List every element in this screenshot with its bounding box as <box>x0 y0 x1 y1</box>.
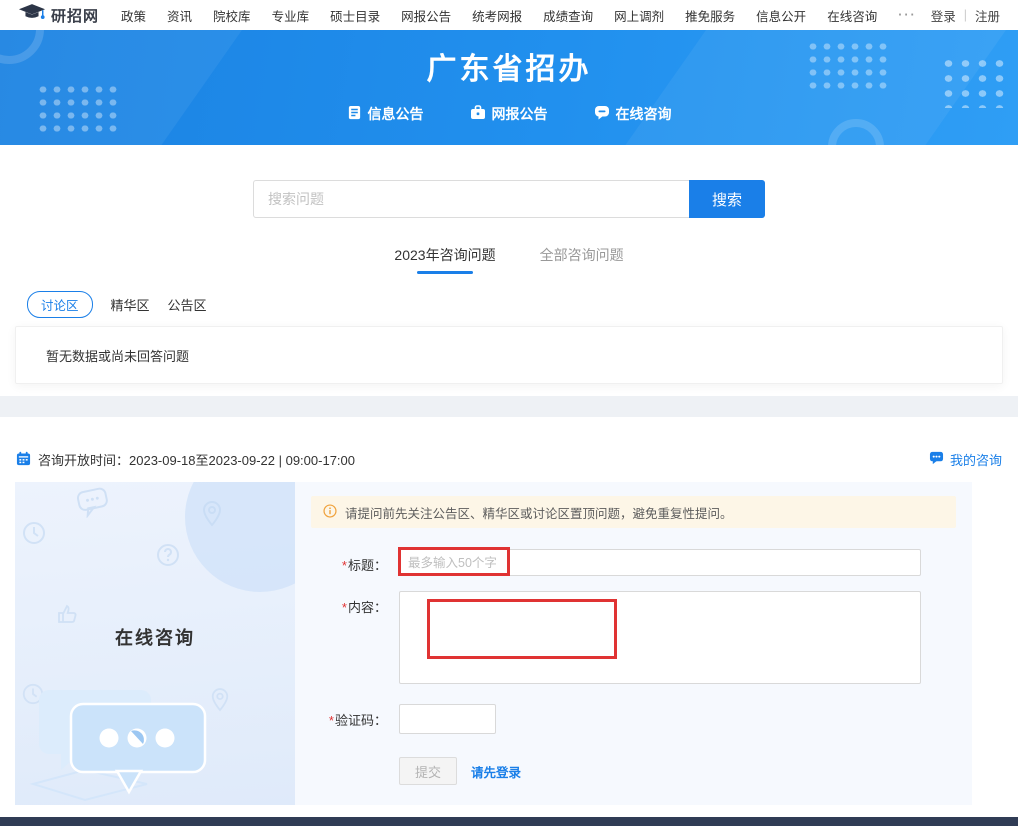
title-field-row: *标题： <box>311 549 956 576</box>
page-title: 广东省招办 <box>0 44 1018 88</box>
required-mark: * <box>329 713 334 728</box>
register-link[interactable]: 注册 <box>975 6 1000 25</box>
nav-item-major-library[interactable]: 专业库 <box>272 6 310 25</box>
logo-text: 研招网 <box>51 5 99 26</box>
empty-message: 暂无数据或尚未回答问题 <box>46 346 189 365</box>
submit-row: 提交 请先登录 <box>311 757 956 785</box>
hero-banner: 广东省招办 信息公告 网报公告 <box>0 30 1018 145</box>
nav-menu: 政策 资讯 院校库 专业库 硕士目录 网报公告 统考网报 成绩查询 网上调剂 推… <box>121 6 931 25</box>
search-button[interactable]: 搜索 <box>689 180 765 218</box>
quarter-circle-decoration <box>185 482 295 592</box>
content-field-row: *内容： <box>311 591 956 689</box>
required-mark: * <box>342 558 347 573</box>
nav-item-score-query[interactable]: 成绩查询 <box>543 6 593 25</box>
briefcase-icon <box>470 105 486 123</box>
bulletin-icon <box>347 105 362 123</box>
subtab-announcement-zone[interactable]: 公告区 <box>168 295 207 314</box>
my-consult-link[interactable]: 我的咨询 <box>929 450 1002 469</box>
notice-bar: 请提问前先关注公告区、精华区或讨论区置顶问题，避免重复性提问。 <box>311 496 956 528</box>
captcha-input[interactable] <box>399 704 496 734</box>
calendar-icon <box>16 451 31 469</box>
content-label: *内容： <box>311 591 399 689</box>
nav-item-news[interactable]: 资讯 <box>167 6 192 25</box>
notice-text: 请提问前先关注公告区、精华区或讨论区置顶问题，避免重复性提问。 <box>345 503 733 522</box>
chat-bubble-icon <box>929 451 944 468</box>
section-divider <box>0 396 1018 417</box>
chat-icon <box>594 105 610 123</box>
nav-item-policy[interactable]: 政策 <box>121 6 146 25</box>
submit-button[interactable]: 提交 <box>399 757 457 785</box>
title-input[interactable] <box>399 549 921 576</box>
footer-band <box>0 817 1018 826</box>
search-input[interactable] <box>253 180 689 218</box>
nav-item-info-disclosure[interactable]: 信息公开 <box>756 6 806 25</box>
my-consult-label: 我的咨询 <box>950 450 1002 469</box>
banner-link-info-announcement[interactable]: 信息公告 <box>347 104 424 124</box>
subtab-featured-zone[interactable]: 精华区 <box>111 295 150 314</box>
banner-link-online-announcement[interactable]: 网报公告 <box>470 104 548 124</box>
graduation-cap-icon <box>18 3 46 27</box>
nav-more-menu[interactable]: ··· <box>898 8 917 22</box>
auth-links: 登录 | 注册 <box>931 6 1000 25</box>
login-link[interactable]: 登录 <box>931 6 956 25</box>
subtab-discussion-zone[interactable]: 讨论区 <box>27 291 93 318</box>
question-tabs: 2023年咨询问题 全部咨询问题 <box>0 245 1018 274</box>
nav-item-exemption[interactable]: 推免服务 <box>685 6 735 25</box>
search-bar: 搜索 <box>0 180 1018 218</box>
captcha-label: *验证码： <box>311 704 399 734</box>
captcha-field-row: *验证码： <box>311 704 956 734</box>
empty-result-card: 暂无数据或尚未回答问题 <box>15 326 1003 384</box>
question-doodle-icon <box>155 542 181 573</box>
auth-divider: | <box>964 8 967 22</box>
open-time-text: 咨询开放时间：2023-09-18至2023-09-22 | 09:00-17:… <box>38 450 355 469</box>
banner-link-label: 在线咨询 <box>616 104 672 124</box>
online-consult-panel: 在线咨询 <box>15 482 295 805</box>
nav-item-master-catalog[interactable]: 硕士目录 <box>330 6 380 25</box>
question-form: 请提问前先关注公告区、精华区或讨论区置顶问题，避免重复性提问。 *标题： *内容… <box>295 482 972 805</box>
tab-all-questions[interactable]: 全部咨询问题 <box>540 245 624 274</box>
pin-doodle-icon <box>201 500 223 533</box>
nav-item-online-announcement[interactable]: 网报公告 <box>401 6 451 25</box>
consult-section: 在线咨询 请提问 <box>15 482 1018 805</box>
consult-time-bar: 咨询开放时间：2023-09-18至2023-09-22 | 09:00-17:… <box>16 450 1002 469</box>
open-time-info: 咨询开放时间：2023-09-18至2023-09-22 | 09:00-17:… <box>16 450 355 469</box>
banner-link-online-consult[interactable]: 在线咨询 <box>594 104 672 124</box>
zone-subtabs: 讨论区 精华区 公告区 <box>27 291 1018 318</box>
banner-link-row: 信息公告 网报公告 在线咨询 <box>0 104 1018 124</box>
chat-doodle-icon <box>77 488 111 521</box>
login-first-link[interactable]: 请先登录 <box>471 762 521 781</box>
banner-link-label: 信息公告 <box>368 104 424 124</box>
info-icon <box>323 504 337 521</box>
site-logo[interactable]: 研招网 <box>18 3 99 27</box>
nav-item-college-library[interactable]: 院校库 <box>213 6 251 25</box>
required-mark: * <box>342 600 347 615</box>
nav-item-unified-exam[interactable]: 统考网报 <box>472 6 522 25</box>
tab-2023-questions[interactable]: 2023年咨询问题 <box>394 245 495 274</box>
panel-title: 在线咨询 <box>15 624 295 650</box>
nav-item-adjustment[interactable]: 网上调剂 <box>614 6 664 25</box>
content-textarea[interactable] <box>399 591 921 684</box>
top-navigation: 研招网 政策 资讯 院校库 专业库 硕士目录 网报公告 统考网报 成绩查询 网上… <box>0 0 1018 30</box>
title-label: *标题： <box>311 549 399 576</box>
clock-doodle-icon <box>21 520 47 551</box>
nav-item-online-consult[interactable]: 在线咨询 <box>827 6 877 25</box>
banner-link-label: 网报公告 <box>492 104 548 124</box>
chat-illustration <box>23 684 263 805</box>
